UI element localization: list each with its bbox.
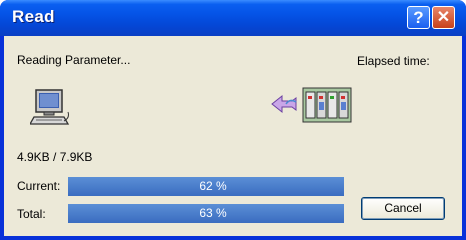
help-icon: ?	[413, 8, 424, 27]
plc-rack-icon	[302, 87, 352, 123]
title-bar[interactable]: Read ? ✕	[0, 0, 466, 36]
status-message: Reading Parameter...	[17, 53, 131, 67]
computer-icon	[30, 89, 70, 125]
current-label: Current:	[17, 179, 61, 193]
help-button[interactable]: ?	[407, 6, 430, 29]
elapsed-time-label: Elapsed time:	[357, 54, 430, 68]
close-button[interactable]: ✕	[432, 6, 455, 29]
total-label: Total:	[17, 207, 46, 221]
transfer-size: 4.9KB / 7.9KB	[17, 150, 93, 164]
window-title: Read	[12, 7, 55, 26]
cancel-button[interactable]: Cancel	[361, 197, 445, 220]
current-progress-bar: 62 %	[68, 177, 344, 196]
total-progress-bar: 63 %	[68, 204, 344, 223]
current-progress-percent: 62 %	[199, 179, 227, 193]
transfer-arrow-icon	[271, 94, 297, 114]
dialog-body: Reading Parameter... Elapsed time: 4.9KB…	[4, 36, 462, 236]
read-dialog: Read ? ✕ Reading Parameter... Elapsed ti…	[0, 0, 466, 240]
close-icon: ✕	[436, 9, 451, 26]
total-progress-percent: 63 %	[199, 206, 227, 220]
